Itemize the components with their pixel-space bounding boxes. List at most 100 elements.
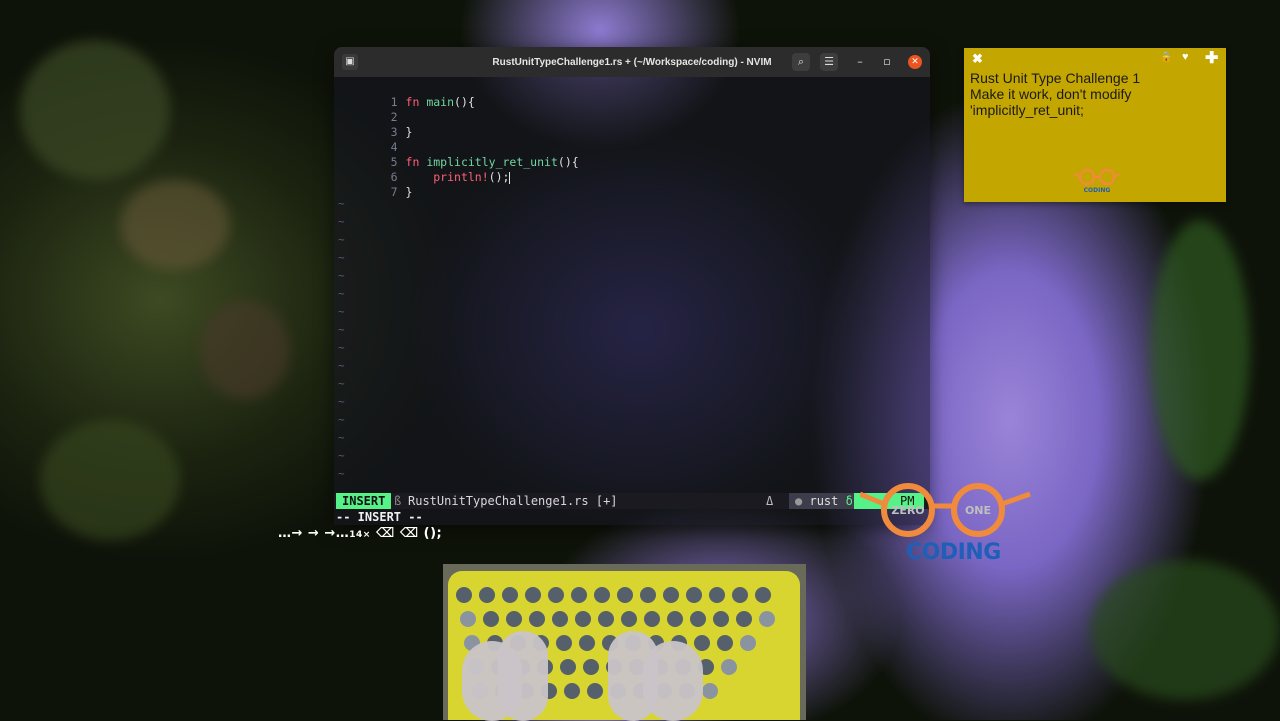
code-line: 2 — [334, 95, 406, 124]
keyboard-key — [621, 611, 637, 627]
code-text: } — [405, 125, 413, 139]
keyboard-key — [575, 611, 591, 627]
keyboard-key — [721, 659, 737, 675]
nvim-terminal-window[interactable]: ▣ RustUnitTypeChallenge1.rs + (~/Workspa… — [334, 47, 930, 525]
keyboard-key — [755, 587, 771, 603]
statusline-filename: RustUnitTypeChallenge1.rs [+] — [408, 494, 618, 508]
sticky-note[interactable]: ✖ 🔒 ♥ ✚ Rust Unit Type Challenge 1 Make … — [964, 48, 1226, 202]
text-cursor — [509, 171, 511, 184]
keyboard-key — [686, 587, 702, 603]
keyboard-key — [640, 587, 656, 603]
logo-right-word: ONE — [965, 504, 991, 517]
typing-hand — [643, 641, 703, 721]
keyboard-key — [617, 587, 633, 603]
keyboard-key — [587, 683, 603, 699]
sticky-line: Make it work, don't modify — [970, 86, 1132, 102]
punctuation: (){ — [454, 95, 475, 109]
empty-line-marker: ~ — [338, 431, 345, 444]
keyboard-key — [644, 611, 660, 627]
sticky-line: 'implicitly_ret_unit; — [970, 102, 1084, 118]
empty-line-marker: ~ — [338, 377, 345, 390]
empty-line-marker: ~ — [338, 215, 345, 228]
keystroke-overlay: …→ → →…14× ⌫ ⌫ (); — [278, 526, 442, 541]
keyboard-key — [556, 635, 572, 651]
background-foliage — [120, 180, 230, 270]
code-line: 7} — [334, 170, 413, 199]
keyboard-key — [709, 587, 725, 603]
background-foliage — [20, 40, 170, 180]
coding-logo-small: CODING — [1073, 168, 1121, 194]
filetype-dot-icon: ● — [795, 494, 803, 508]
keyboard-key — [506, 611, 522, 627]
statusline-separator: ß — [394, 494, 402, 508]
keyboard-key — [479, 587, 495, 603]
keystroke-rest: ⌫ ⌫ (); — [370, 526, 443, 541]
command-line: -- INSERT -- — [336, 510, 423, 524]
empty-line-marker: ~ — [338, 251, 345, 264]
empty-line-marker: ~ — [338, 197, 345, 210]
minimize-icon[interactable]: – — [851, 53, 869, 71]
background-foliage — [40, 420, 180, 540]
sticky-lock-icon[interactable]: 🔒 — [1160, 52, 1172, 63]
keyboard-key — [667, 611, 683, 627]
keyboard-key — [663, 587, 679, 603]
keyboard-key — [759, 611, 775, 627]
background-foliage — [200, 300, 290, 400]
code-text: } — [405, 185, 413, 199]
editor-buffer[interactable]: 1 fn main(){ 2 3} 4 5 fn implicitly_ret_un… — [334, 77, 930, 493]
keyboard-key — [564, 683, 580, 699]
code-line: 4 — [334, 125, 406, 154]
keyboard-key — [552, 611, 568, 627]
filetype-delta-icon: δ — [845, 494, 853, 508]
keyboard-key — [594, 587, 610, 603]
typing-hand — [498, 631, 548, 721]
keyboard-key — [548, 587, 564, 603]
keyboard-key — [456, 587, 472, 603]
empty-line-marker: ~ — [338, 305, 345, 318]
search-icon[interactable]: ⌕ — [792, 53, 810, 71]
terminal-icon[interactable]: ▣ — [342, 54, 358, 70]
empty-line-marker: ~ — [338, 359, 345, 372]
keyboard-key — [713, 611, 729, 627]
keyboard-key — [690, 611, 706, 627]
punctuation: (); — [488, 170, 510, 184]
keyboard-key — [736, 611, 752, 627]
keyword: fn — [405, 95, 420, 109]
sticky-note-text[interactable]: Rust Unit Type Challenge 1 Make it work,… — [970, 70, 1140, 118]
keyboard-key — [460, 611, 476, 627]
sticky-close-icon[interactable]: ✖ — [972, 51, 983, 67]
logo-coding-word: CODING — [906, 540, 1001, 565]
status-line: INSERT ß RustUnitTypeChallenge1.rs [+] Δ… — [334, 493, 930, 509]
empty-line-marker: ~ — [338, 233, 345, 246]
code-line: 5 fn implicitly_ret_unit(){ — [334, 140, 579, 169]
close-icon[interactable]: ✕ — [908, 55, 922, 69]
keyboard-key — [702, 683, 718, 699]
empty-line-marker: ~ — [338, 467, 345, 480]
keyboard-key — [571, 587, 587, 603]
sticky-heart-icon[interactable]: ♥ — [1182, 51, 1189, 63]
empty-line-marker: ~ — [338, 341, 345, 354]
empty-line-marker: ~ — [338, 323, 345, 336]
window-title: RustUnitTypeChallenge1.rs + (~/Workspace… — [492, 56, 772, 68]
hamburger-menu-icon[interactable]: ☰ — [820, 53, 838, 71]
sticky-add-icon[interactable]: ✚ — [1205, 48, 1218, 68]
macro-call: println! — [433, 170, 489, 184]
window-titlebar[interactable]: ▣ RustUnitTypeChallenge1.rs + (~/Workspa… — [334, 47, 930, 77]
logo-left-word: ZERO — [891, 504, 924, 517]
keystroke-count: 14× — [349, 530, 371, 540]
maximize-icon[interactable]: ▫ — [878, 53, 896, 71]
filetype-indicator: ● rust δ — [789, 493, 859, 509]
keystroke-arrows: …→ → →… — [278, 526, 350, 541]
empty-line-marker: ~ — [338, 287, 345, 300]
empty-line-marker: ~ — [338, 449, 345, 462]
keyboard-key — [694, 635, 710, 651]
code-line: 3} — [334, 110, 413, 139]
sticky-line: Rust Unit Type Challenge 1 — [970, 70, 1141, 86]
keyboard-key — [483, 611, 499, 627]
empty-line-marker: ~ — [338, 395, 345, 408]
keyboard-key — [717, 635, 733, 651]
code-line: 1 fn main(){ — [334, 80, 475, 109]
keyboard-key — [560, 659, 576, 675]
line-number: 7 — [390, 185, 398, 199]
keyboard-image — [448, 571, 800, 721]
